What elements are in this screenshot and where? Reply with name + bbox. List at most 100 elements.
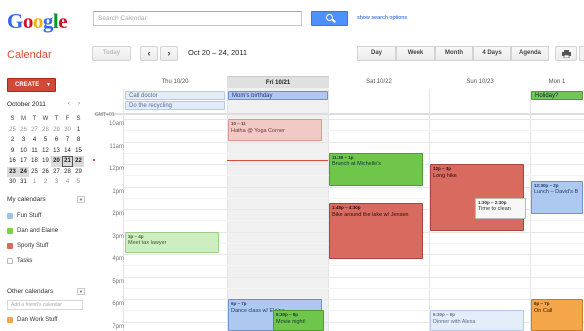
mini-calendar-day[interactable]: 2 [40,177,51,188]
mini-calendar-day[interactable]: 17 [18,156,29,167]
mini-calendar-day[interactable]: 26 [40,167,51,178]
search-input[interactable]: Search Calendar [93,11,302,26]
day-header[interactable]: Sat 10/22 [328,76,430,88]
mini-calendar-day[interactable]: 20 [51,156,62,167]
calendar-color-swatch[interactable] [7,242,13,249]
mini-calendar-day[interactable]: 5 [40,135,51,146]
date-range-label: Oct 20 – 24, 2011 [188,48,248,57]
my-calendars-menu-button[interactable]: ▼ [77,196,85,203]
mini-calendar-day[interactable]: 27 [51,167,62,178]
event-title: Bike around the lake w/ Jensen [332,211,409,218]
mini-calendar-day[interactable]: 27 [29,125,40,136]
calendar-event[interactable]: 6p – 7p On Call [531,299,583,331]
mini-calendar-day[interactable]: 7 [62,135,73,146]
calendar-event[interactable]: 12:30p – 2p Lunch – David's B [531,180,583,214]
all-day-event[interactable]: Do the recycling [125,101,225,110]
mini-calendar-day[interactable]: 4 [62,177,73,188]
hour-label: 6pm [112,301,124,307]
mini-calendar-day[interactable]: 5 [73,177,84,188]
mini-calendar-day[interactable]: 29 [73,167,84,178]
mini-calendar-day[interactable]: 6 [51,135,62,146]
mini-calendar-day[interactable]: 13 [51,146,62,157]
mini-calendar-day[interactable]: 1 [29,177,40,188]
mini-calendar-day[interactable]: 24 [18,166,29,177]
mini-calendar-day[interactable]: 28 [40,125,51,136]
show-search-options-link[interactable]: show search options [357,15,407,21]
mini-calendar-day[interactable]: 18 [29,156,40,167]
view-week-button[interactable]: Week [396,46,435,61]
calendar-item[interactable]: Sporty Stuff [7,241,48,250]
other-calendars-title[interactable]: Other calendars [7,288,53,295]
mini-calendar-day[interactable]: 16 [7,156,18,167]
mini-calendar-day[interactable]: 15 [73,146,84,157]
mini-calendar-day[interactable]: 25 [7,125,18,136]
calendar-color-swatch[interactable] [7,227,13,234]
calendar-item[interactable]: Tasks [7,256,32,265]
mini-calendar-prev[interactable]: ‹ [68,101,70,107]
mini-calendar-day[interactable]: 8 [73,135,84,146]
search-button[interactable] [311,11,348,26]
day-header[interactable]: Thu 10/20 [124,76,226,88]
mini-calendar-day[interactable]: 26 [18,125,29,136]
view-month-button[interactable]: Month [435,46,473,61]
my-calendars-title[interactable]: My calendars [7,196,46,203]
calendar-color-swatch[interactable] [7,316,13,323]
calendar-event[interactable]: 10 – 11 Hatha @ Yoga Corner [228,119,322,141]
calendar-event[interactable]: 11:30 – 1p Brunch at Michelle's [329,152,423,186]
mini-calendar-day[interactable]: 28 [62,167,73,178]
other-calendars-menu-button[interactable]: ▼ [77,288,85,295]
day-header[interactable]: Fri 10/21 [227,76,329,88]
hour-line [124,119,584,120]
prev-week-button[interactable]: ‹ [140,46,158,61]
calendar-item[interactable]: Dan Work Stuff [7,315,57,324]
mini-calendar-day[interactable]: 23 [7,166,18,177]
view-4-days-button[interactable]: 4 Days [473,46,511,61]
settings-button[interactable] [579,46,584,61]
mini-calendar-day[interactable]: 1 [73,125,84,136]
mini-calendar-day[interactable]: 4 [29,135,40,146]
mini-calendar-day[interactable]: 10 [18,146,29,157]
next-week-button[interactable]: › [160,46,178,61]
all-day-event[interactable]: Mom's birthday [228,91,328,100]
view-day-button[interactable]: Day [357,46,396,61]
mini-calendar-day[interactable]: 3 [51,177,62,188]
calendar-color-swatch[interactable] [7,212,13,219]
today-button[interactable]: Today [92,46,131,61]
mini-calendar-day[interactable]: 30 [62,125,73,136]
mini-calendar-day[interactable]: 19 [40,156,51,167]
calendar-item[interactable]: Fun Stuff [7,211,41,220]
mini-calendar-day[interactable]: 11 [29,146,40,157]
all-day-event[interactable]: Holiday? [531,91,583,100]
create-button[interactable]: CREATE ▼ [7,78,56,92]
calendar-event[interactable]: 6:30p – 9p Movie night! [273,310,324,331]
add-friend-calendar-input[interactable]: Add a friend's calendar [7,300,83,310]
mini-calendar-next[interactable]: › [78,101,80,107]
all-day-row[interactable]: Call doctor Do the recycling Mom's birthda… [94,89,584,115]
calendar-event[interactable]: 6:30p – 9p Dinner with Alexa [430,310,524,331]
mini-calendar-day[interactable]: 21 [62,156,73,167]
calendar-color-swatch[interactable] [7,257,13,264]
day-header[interactable]: Sun 10/23 [429,76,531,88]
day-header[interactable]: Mon 1 [530,76,584,88]
mini-calendar-day[interactable]: 30 [7,177,18,188]
mini-calendar-day[interactable]: 9 [7,146,18,157]
calendar-event[interactable]: 3p – 4p Meet tax lawyer [125,231,219,253]
mini-calendar-week: 23 24 25 26 27 28 29 [7,166,85,178]
view-agenda-button[interactable]: Agenda [511,46,549,61]
mini-calendar-day[interactable]: 12 [40,146,51,157]
mini-calendar-day[interactable]: 14 [62,146,73,157]
print-button[interactable] [555,46,577,61]
calendar-event[interactable]: 1:30p – 2:30p Time to clean [475,197,526,220]
mini-calendar-day[interactable]: 29 [51,125,62,136]
mini-calendar-day[interactable]: 2 [7,135,18,146]
mini-calendar-day[interactable]: 3 [18,135,29,146]
calendar-event[interactable]: 1:45p – 4:30p Bike around the lake w/ Jen… [329,203,423,259]
google-logo[interactable]: Google [7,9,68,34]
mini-calendar-day[interactable]: 31 [18,177,29,188]
mini-calendar-day[interactable]: 22 [73,156,84,167]
week-grid: Thu 10/20 Fri 10/21 Sat 10/22 Sun 10/23 Mon … [93,76,584,331]
mini-calendar-day[interactable]: 25 [29,167,40,178]
mini-calendar-dow: S [76,116,81,122]
all-day-event[interactable]: Call doctor [125,91,225,100]
calendar-item[interactable]: Dan and Elaine [7,226,58,235]
